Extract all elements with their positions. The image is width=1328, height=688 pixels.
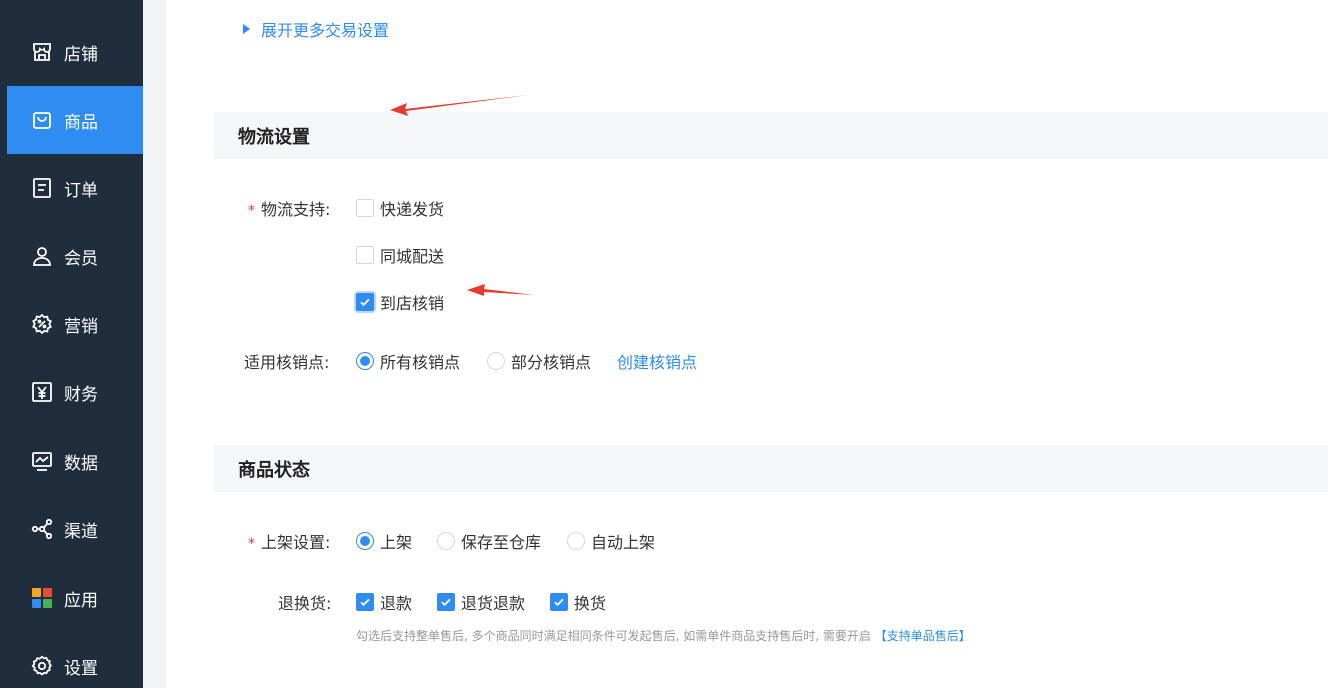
- checkmark-icon: [360, 298, 370, 307]
- checkbox-in-store-pickup[interactable]: 到店核销: [356, 290, 444, 314]
- checkmark-icon: [441, 598, 451, 607]
- single-item-after-sales-link[interactable]: 【支持单品售后】: [875, 629, 971, 643]
- settings-icon: [31, 655, 53, 677]
- data-icon: [31, 450, 53, 472]
- radio-partial-points[interactable]: 部分核销点: [487, 349, 591, 373]
- checkbox-label: 到店核销: [380, 294, 445, 313]
- logistics-support-label: * 物流支持:: [248, 200, 331, 219]
- radio-dot-selected[interactable]: [356, 532, 374, 550]
- radio-dot[interactable]: [437, 532, 455, 550]
- after-sales-hint: 勾选后支持整单售后, 多个商品同时满足相同条件可发起售后, 如需单件商品支持售后…: [356, 627, 971, 644]
- required-marker: *: [248, 536, 255, 552]
- radio-all-points[interactable]: 所有核销点: [356, 349, 460, 373]
- checkbox-label: 退货退款: [461, 594, 526, 613]
- sidebar-item-label: 会员: [64, 248, 98, 269]
- member-icon: [31, 245, 53, 267]
- expand-more-label: 展开更多交易设置: [261, 21, 390, 40]
- checkmark-icon: [554, 598, 564, 607]
- return-exchange-label: 退换货:: [278, 594, 332, 613]
- checkbox-return-refund[interactable]: 退货退款: [437, 590, 525, 614]
- sidebar-item-finance[interactable]: 财务: [7, 358, 143, 426]
- radio-save-to-warehouse[interactable]: 保存至仓库: [437, 529, 541, 553]
- sidebar-item-orders[interactable]: 订单: [7, 154, 143, 222]
- annotation-arrow-icon: [390, 95, 528, 116]
- main-content: 展开更多交易设置 物流设置 * 物流支持: 快递发货 同城配送 到店核销 适用核销…: [166, 0, 1328, 688]
- checkbox-label: 快递发货: [380, 200, 445, 219]
- sidebar-item-label: 数据: [64, 453, 98, 474]
- marketing-icon: [31, 313, 53, 335]
- section-title: 商品状态: [238, 459, 310, 481]
- expand-more-settings-link[interactable]: 展开更多交易设置: [243, 17, 389, 41]
- channel-icon: [31, 518, 53, 540]
- radio-dot[interactable]: [487, 352, 505, 370]
- checkbox-local-delivery[interactable]: 同城配送: [356, 243, 444, 267]
- content-gutter: [143, 0, 166, 688]
- pickup-points-label: 适用核销点:: [244, 353, 330, 372]
- hint-text: 勾选后支持整单售后, 多个商品同时满足相同条件可发起售后, 如需单件商品支持售后…: [356, 629, 871, 643]
- checkbox-label: 退款: [380, 594, 413, 613]
- sidebar-item-marketing[interactable]: 营销: [7, 290, 143, 358]
- apps-icon: [31, 587, 53, 609]
- annotation-arrow-icon: [467, 284, 534, 296]
- radio-label: 所有核销点: [380, 353, 461, 372]
- sidebar-item-label: 渠道: [64, 521, 98, 542]
- finance-icon: [31, 381, 53, 403]
- radio-label: 保存至仓库: [461, 533, 542, 552]
- radio-label: 部分核销点: [511, 353, 592, 372]
- radio-dot-selected[interactable]: [356, 352, 374, 370]
- sidebar-item-label: 订单: [64, 180, 98, 201]
- radio-label: 上架: [380, 533, 413, 552]
- create-pickup-point-link[interactable]: 创建核销点: [617, 349, 697, 373]
- checkbox-exchange[interactable]: 换货: [550, 590, 606, 614]
- section-header-logistics: 物流设置: [214, 112, 1328, 159]
- sidebar-item-goods[interactable]: 商品: [7, 86, 143, 154]
- required-marker: *: [248, 203, 255, 219]
- sidebar-item-data[interactable]: 数据: [7, 427, 143, 495]
- section-title: 物流设置: [238, 126, 310, 148]
- sidebar-item-label: 设置: [64, 658, 98, 679]
- radio-dot[interactable]: [567, 532, 585, 550]
- checkbox-refund[interactable]: 退款: [356, 590, 412, 614]
- radio-label: 自动上架: [591, 533, 656, 552]
- checkbox-box[interactable]: [356, 199, 374, 217]
- sidebar-item-label: 商品: [64, 112, 98, 133]
- checkbox-label: 换货: [574, 594, 607, 613]
- sidebar-item-label: 财务: [64, 384, 98, 405]
- sidebar: 店铺 商品 订单 会员 营销 财务 数据 渠道 应用 设置: [0, 0, 143, 688]
- checkbox-box-checked[interactable]: [437, 593, 455, 611]
- checkbox-express-delivery[interactable]: 快递发货: [356, 196, 444, 220]
- checkbox-box[interactable]: [356, 246, 374, 264]
- checkmark-icon: [360, 598, 370, 607]
- sidebar-item-channels[interactable]: 渠道: [7, 495, 143, 563]
- checkbox-box-checked[interactable]: [356, 593, 374, 611]
- sidebar-item-label: 店铺: [64, 44, 98, 65]
- checkbox-box-checked[interactable]: [550, 593, 568, 611]
- sidebar-item-store[interactable]: 店铺: [7, 18, 143, 86]
- sidebar-item-apps[interactable]: 应用: [7, 564, 143, 632]
- section-header-product-status: 商品状态: [214, 445, 1328, 492]
- radio-auto-list[interactable]: 自动上架: [567, 529, 655, 553]
- sidebar-item-members[interactable]: 会员: [7, 222, 143, 290]
- checkbox-box-checked[interactable]: [356, 293, 374, 311]
- sidebar-item-label: 应用: [64, 590, 98, 611]
- shopping-bag-icon: [31, 109, 53, 131]
- radio-list-now[interactable]: 上架: [356, 529, 412, 553]
- checkbox-label: 同城配送: [380, 247, 445, 266]
- sidebar-item-settings[interactable]: 设置: [7, 632, 143, 688]
- sidebar-item-label: 营销: [64, 316, 98, 337]
- caret-right-icon: [243, 24, 250, 34]
- order-icon: [31, 177, 53, 199]
- store-icon: [31, 41, 53, 63]
- listing-setting-label: * 上架设置:: [248, 533, 331, 552]
